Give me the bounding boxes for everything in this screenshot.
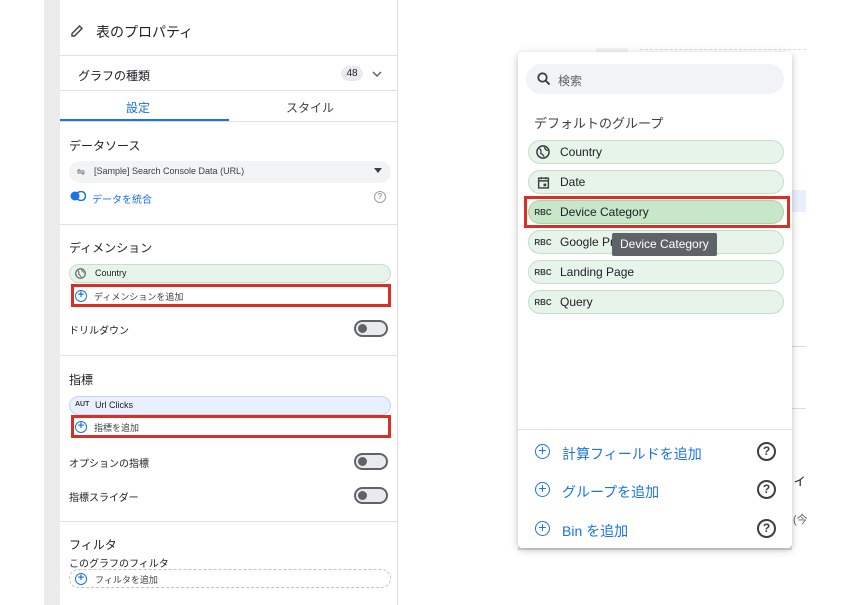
- field-item-landing-page[interactable]: RBC Landing Page: [528, 260, 784, 284]
- aut-type-icon: AUT: [75, 401, 90, 408]
- datasource-selector[interactable]: ⇋ [Sample] Search Console Data (URL): [69, 161, 391, 183]
- globe-icon: [74, 267, 87, 280]
- metric-slider-label: 指標スライダー: [69, 493, 139, 504]
- dimension-chip-country[interactable]: Country: [69, 264, 391, 283]
- add-group-button[interactable]: + グループを追加: [518, 476, 792, 506]
- action-label: グループを追加: [562, 484, 660, 500]
- text-type-icon: RBC: [534, 237, 552, 247]
- datasource-heading: データソース: [69, 139, 141, 153]
- highlight-box: [71, 284, 391, 307]
- datasource-name: [Sample] Search Console Data (URL): [94, 166, 245, 176]
- help-icon[interactable]: ?: [757, 480, 776, 499]
- metric-field-label: Url Clicks: [95, 400, 133, 410]
- optional-metrics-label: オプションの指標: [69, 459, 149, 470]
- text-type-icon: RBC: [534, 267, 552, 277]
- add-circle-icon: +: [535, 443, 550, 459]
- tab-settings[interactable]: 設定: [126, 99, 150, 116]
- pencil-icon: [68, 22, 86, 40]
- text-type-icon: RBC: [534, 297, 552, 307]
- canvas-edge: [44, 0, 60, 605]
- dimension-field-label: Country: [95, 268, 127, 278]
- search-input[interactable]: 検索: [526, 64, 784, 94]
- background-text: ィ: [793, 472, 807, 488]
- background-line: [792, 408, 806, 409]
- help-icon[interactable]: ?: [757, 519, 776, 538]
- help-icon[interactable]: ?: [757, 442, 776, 461]
- default-group-heading: デフォルトのグループ: [534, 116, 664, 131]
- dropdown-arrow-icon: [373, 166, 383, 176]
- drilldown-toggle[interactable]: [354, 320, 388, 337]
- field-tooltip: Device Category: [612, 233, 717, 256]
- add-circle-icon: +: [75, 573, 87, 585]
- drilldown-label: ドリルダウン: [69, 326, 129, 337]
- optional-metrics-toggle[interactable]: [354, 453, 388, 470]
- metric-chip-url-clicks[interactable]: AUT Url Clicks: [69, 396, 391, 415]
- add-filter-button[interactable]: + フィルタを追加: [69, 569, 391, 588]
- globe-icon: [535, 144, 551, 160]
- background-line: [640, 49, 806, 50]
- highlight-box: [71, 415, 391, 438]
- filter-subheading: このグラフのフィルタ: [69, 559, 169, 570]
- metric-heading: 指標: [69, 373, 94, 387]
- add-circle-icon: +: [535, 520, 550, 536]
- field-label: Google Pr: [560, 235, 615, 249]
- background-line: [792, 346, 806, 347]
- blend-icon: [70, 190, 86, 202]
- add-circle-icon: +: [535, 481, 550, 497]
- background-text: (今: [793, 514, 808, 526]
- field-label: Landing Page: [560, 265, 635, 279]
- action-label: Bin を追加: [562, 523, 629, 539]
- action-label: 計算フィールドを追加: [562, 446, 702, 462]
- background-fragment: [792, 190, 806, 212]
- panel-title: 表のプロパティ: [96, 24, 194, 40]
- chart-type-label: グラフの種類: [78, 69, 151, 83]
- filter-heading: フィルタ: [69, 538, 117, 552]
- field-item-country[interactable]: Country: [528, 140, 784, 164]
- search-icon: [536, 71, 552, 87]
- chart-count-badge: 48: [341, 66, 363, 81]
- divider: [518, 429, 792, 430]
- chart-type-selector[interactable]: グラフの種類 48: [60, 56, 398, 90]
- add-filter-label: フィルタを追加: [95, 575, 158, 585]
- chevron-down-icon: [370, 67, 384, 81]
- add-calculated-field-button[interactable]: + 計算フィールドを追加: [518, 438, 792, 468]
- help-icon[interactable]: ?: [374, 191, 386, 203]
- blend-data-link[interactable]: データを統合: [92, 191, 152, 206]
- field-picker-popup: 検索 デフォルトのグループ Country Date RBC Device Ca…: [518, 52, 792, 548]
- calendar-icon: [535, 174, 551, 190]
- field-item-query[interactable]: RBC Query: [528, 290, 784, 314]
- tab-style[interactable]: スタイル: [286, 99, 334, 116]
- add-bin-button[interactable]: + Bin を追加: [518, 515, 792, 545]
- metric-slider-toggle[interactable]: [354, 487, 388, 504]
- datasource-icon: ⇋: [76, 166, 86, 178]
- search-placeholder: 検索: [558, 74, 583, 88]
- field-label: Country: [560, 145, 603, 159]
- field-label: Query: [560, 295, 593, 309]
- properties-panel: 表のプロパティ グラフの種類 48 設定 スタイル データソース ⇋ [Samp…: [60, 0, 398, 605]
- field-item-date[interactable]: Date: [528, 170, 784, 194]
- highlight-box: [524, 196, 790, 228]
- dimension-heading: ディメンション: [69, 241, 153, 255]
- field-label: Date: [560, 175, 586, 189]
